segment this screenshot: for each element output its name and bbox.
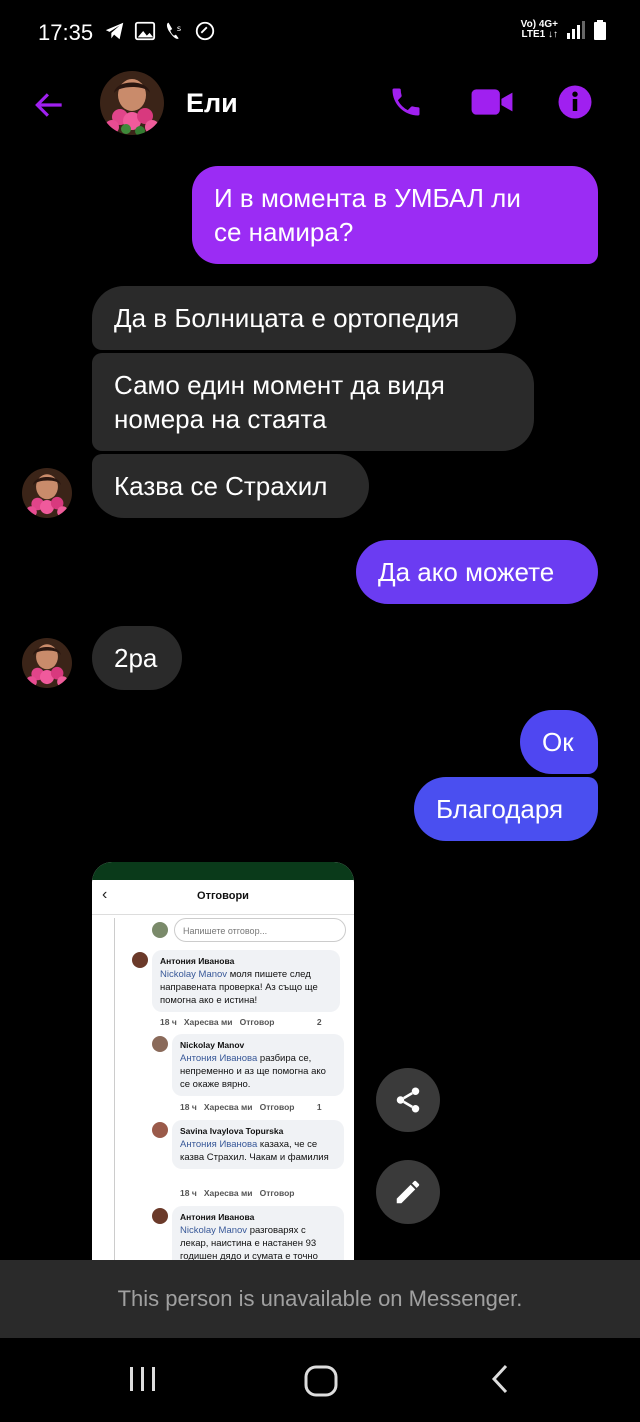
system-nav-bar: [0, 1338, 640, 1422]
comment-tag: Nickolay Manov: [180, 1225, 248, 1236]
comment-meta: 18 ч Харесва ми Отговор 1: [180, 1102, 322, 1112]
battery-icon: [594, 20, 606, 40]
comment-author: Антония Иванова: [180, 1212, 255, 1222]
message-outgoing[interactable]: Благодаря: [414, 777, 598, 841]
message-outgoing[interactable]: Ок: [520, 710, 598, 774]
status-time: 17:35: [38, 20, 94, 45]
user-avatar: [152, 1208, 168, 1224]
comment-author: Антония Иванова: [160, 956, 235, 966]
contact-avatar[interactable]: [100, 71, 164, 135]
contact-name[interactable]: Ели: [186, 88, 238, 119]
svg-text:s: s: [177, 23, 181, 33]
gallery-icon: [134, 21, 156, 41]
reply-link: Отговор: [259, 1102, 295, 1112]
comment-time: 18 ч: [180, 1188, 197, 1198]
comment-meta: 18 ч Харесва ми Отговор 2: [160, 1017, 322, 1027]
edit-button[interactable]: [376, 1160, 440, 1224]
thread-line: [114, 918, 115, 1260]
message-text: Да в Болницата е ортопедия: [114, 303, 460, 333]
message-outgoing[interactable]: И в момента в УМБАЛ ли се намира?: [192, 166, 598, 264]
share-button[interactable]: [376, 1068, 440, 1132]
notification-icons: s: [104, 20, 216, 42]
recents-icon[interactable]: [126, 1362, 160, 1396]
pencil-icon: [396, 1180, 420, 1204]
message-text: номера на стаята: [114, 404, 327, 434]
message-incoming[interactable]: 2ра: [92, 626, 182, 690]
back-icon[interactable]: [486, 1362, 516, 1396]
reply-link: Отговор: [259, 1188, 295, 1198]
comment-author: Savina Ivaylova Topurska: [180, 1126, 284, 1136]
reply-link: Отговор: [239, 1017, 275, 1027]
comment-meta: 18 ч Харесва ми Отговор: [180, 1188, 295, 1198]
comment: Антония Иванова Nickolay Manov моля пише…: [152, 950, 340, 1012]
message-incoming[interactable]: Да в Болницата е ортопедия: [92, 286, 516, 350]
message-text: Ок: [542, 727, 574, 757]
message-text: Само един момент да видя: [114, 370, 445, 400]
avatar-photo: [100, 71, 164, 135]
divider: [92, 914, 354, 915]
system-status: Vo) 4G+ LTE1 ↓↑: [521, 20, 606, 40]
wifi-call-icon: s: [166, 22, 181, 39]
comment: Антония Иванова Nickolay Manov разговаря…: [172, 1206, 344, 1260]
phone-icon[interactable]: [388, 84, 424, 120]
message-incoming[interactable]: Само един момент да видя номера на стаят…: [92, 353, 534, 451]
info-icon[interactable]: [557, 84, 593, 120]
like-count: 2: [316, 1017, 322, 1027]
share-icon: [396, 1087, 420, 1113]
user-avatar: [152, 922, 168, 938]
message-incoming[interactable]: Казва се Страхил: [92, 454, 369, 518]
like-link: Харесва ми: [203, 1102, 253, 1112]
message-text: И в момента в УМБАЛ ли: [214, 183, 521, 213]
comment-time: 18 ч: [180, 1102, 197, 1112]
message-text: се намира?: [214, 217, 354, 247]
user-avatar: [132, 952, 148, 968]
like-link: Харесва ми: [183, 1017, 233, 1027]
back-arrow-icon[interactable]: [30, 86, 68, 124]
comment-time: 18 ч: [160, 1017, 177, 1027]
signal-icon: [567, 21, 585, 39]
comment-tag: Антония Иванова: [180, 1139, 258, 1150]
comment: Savina Ivaylova Topurska Антония Иванова…: [172, 1120, 344, 1169]
avatar-photo: [22, 468, 72, 518]
avatar-photo: [22, 638, 72, 688]
user-avatar: [152, 1036, 168, 1052]
like-count: 1: [316, 1102, 322, 1112]
chat-header: Ели: [0, 66, 640, 150]
message-text: Казва се Страхил: [114, 471, 328, 501]
message-text: Благодаря: [436, 794, 564, 824]
comment-author: Nickolay Manov: [180, 1040, 245, 1050]
network-indicator: Vo) 4G+ LTE1 ↓↑: [521, 20, 558, 40]
comment-tag: Антония Иванова: [180, 1053, 258, 1064]
telegram-icon: [105, 22, 124, 40]
network-lte: LTE1 ↓↑: [521, 29, 558, 40]
comment: Nickolay Manov Антония Иванова разбира с…: [172, 1034, 344, 1096]
user-avatar: [152, 1122, 168, 1138]
sender-avatar[interactable]: [22, 638, 72, 688]
unavailable-banner: This person is unavailable on Messenger.: [0, 1260, 640, 1338]
comment-tag: Nickolay Manov: [160, 969, 228, 980]
like-link: Харесва ми: [203, 1188, 253, 1198]
shared-image[interactable]: ‹ Отговори Напишете отговор... Антония И…: [92, 862, 354, 1260]
video-camera-icon[interactable]: [470, 84, 514, 120]
message-outgoing[interactable]: Да ако можете: [356, 540, 598, 604]
message-text: 2ра: [114, 643, 158, 673]
image-title: Отговори: [197, 890, 249, 902]
sender-avatar[interactable]: [22, 468, 72, 518]
image-statusbar: [92, 862, 354, 880]
home-icon[interactable]: [302, 1362, 340, 1400]
sync-icon: [195, 21, 215, 41]
message-text: Да ако можете: [378, 557, 555, 587]
status-bar: 17:35 s Vo) 4G+ LTE1 ↓↑: [0, 0, 640, 66]
reply-input: Напишете отговор...: [174, 918, 346, 942]
